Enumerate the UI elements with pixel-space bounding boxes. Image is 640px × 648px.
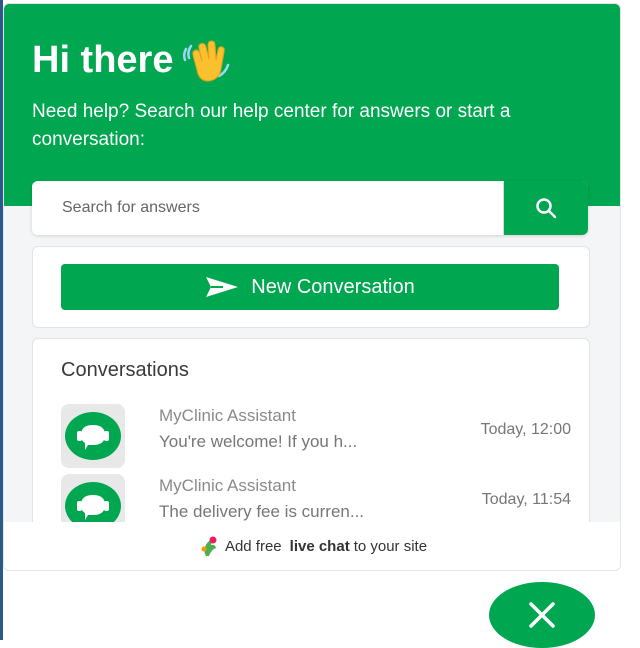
- conversation-item[interactable]: MyClinic Assistant You're welcome! If yo…: [61, 404, 571, 468]
- close-chat-button[interactable]: [489, 582, 595, 648]
- new-conversation-button[interactable]: New Conversation: [61, 264, 559, 310]
- search-icon: [536, 198, 557, 219]
- close-icon: [529, 602, 555, 628]
- footer-text-prefix: Add free: [224, 537, 282, 555]
- send-icon: [206, 277, 239, 297]
- new-conversation-label: New Conversation: [251, 275, 415, 298]
- avatar: [61, 404, 125, 468]
- search-input[interactable]: [32, 181, 502, 235]
- footer-text-suffix: to your site: [353, 537, 428, 555]
- greeting-title: Hi there: [32, 38, 231, 84]
- footer-text-bold: live chat: [289, 537, 350, 555]
- waving-hand-icon: [183, 40, 231, 84]
- footer-branding[interactable]: Add free live chat to your site: [4, 522, 620, 570]
- conversations-heading: Conversations: [61, 359, 189, 381]
- search-bar: [32, 181, 588, 235]
- conversation-name: MyClinic Assistant: [159, 406, 296, 425]
- chat-bubble-icon: [65, 412, 121, 460]
- conversation-preview: You're welcome! If you h...: [159, 432, 358, 451]
- chat-widget: Hi there Need help? Search our help cent…: [3, 3, 621, 571]
- new-conversation-card: New Conversation: [32, 246, 590, 328]
- widget-header: Hi there Need help? Search our help cent…: [4, 4, 620, 206]
- conversation-time: Today, 12:00: [480, 421, 571, 438]
- conversation-name: MyClinic Assistant: [159, 476, 296, 495]
- brand-logo-icon: [201, 536, 217, 556]
- search-button[interactable]: [503, 181, 588, 235]
- greeting-subtitle: Need help? Search our help center for an…: [32, 101, 511, 150]
- conversation-time: Today, 11:54: [481, 491, 571, 508]
- conversation-preview: The delivery fee is curren...: [159, 502, 365, 521]
